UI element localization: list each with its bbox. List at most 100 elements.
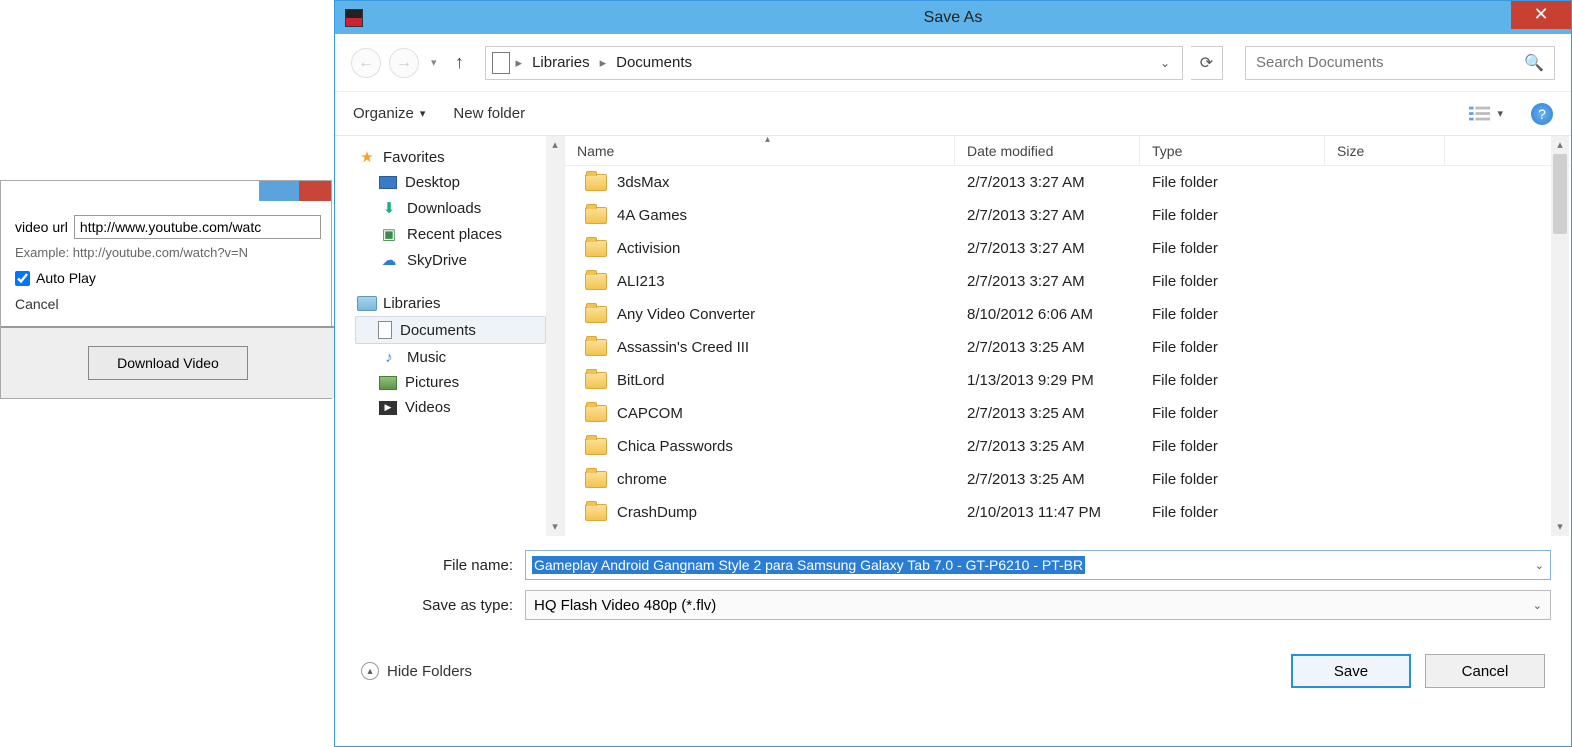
filename-value: Gameplay Android Gangnam Style 2 para Sa… (532, 556, 1085, 574)
search-input[interactable] (1256, 54, 1524, 71)
saveastype-dropdown-icon[interactable]: ⌄ (1533, 599, 1542, 612)
filename-label: File name: (355, 557, 525, 574)
file-row[interactable]: Activision2/7/2013 3:27 AMFile folder (565, 232, 1571, 265)
nav-skydrive[interactable]: ☁SkyDrive (335, 247, 564, 273)
download-video-button[interactable]: Download Video (88, 346, 248, 380)
file-name: ALI213 (617, 273, 665, 290)
view-mode-button[interactable]: ▾ (1469, 105, 1503, 123)
file-scrollbar[interactable]: ▴ ▾ (1551, 136, 1569, 536)
nav-music[interactable]: ♪Music (335, 344, 564, 370)
file-row[interactable]: BitLord1/13/2013 9:29 PMFile folder (565, 364, 1571, 397)
up-button[interactable]: ↑ (449, 50, 471, 76)
autoplay-checkbox[interactable] (15, 271, 30, 286)
folder-icon (585, 471, 607, 488)
file-name: CAPCOM (617, 405, 683, 422)
file-date: 2/7/2013 3:27 AM (955, 174, 1140, 191)
filename-dropdown-icon[interactable]: ⌄ (1535, 559, 1544, 572)
file-type: File folder (1140, 504, 1325, 521)
nav-documents[interactable]: Documents (355, 316, 546, 344)
close-button[interactable]: ✕ (1511, 1, 1571, 29)
scroll-down-icon[interactable]: ▾ (546, 518, 564, 536)
organize-label: Organize (353, 105, 414, 122)
saveastype-select[interactable]: HQ Flash Video 480p (*.flv) ⌄ (525, 590, 1551, 620)
col-name[interactable]: Name (565, 136, 955, 165)
nav-recent[interactable]: ▣Recent places (335, 221, 564, 247)
back-button[interactable]: ← (351, 48, 381, 78)
refresh-button[interactable]: ⟳ (1191, 46, 1223, 80)
filename-input[interactable]: Gameplay Android Gangnam Style 2 para Sa… (525, 550, 1551, 580)
file-row[interactable]: 4A Games2/7/2013 3:27 AMFile folder (565, 199, 1571, 232)
scroll-up-icon[interactable]: ▴ (546, 136, 564, 154)
file-row[interactable]: Any Video Converter8/10/2012 6:06 AMFile… (565, 298, 1571, 331)
file-type: File folder (1140, 306, 1325, 323)
file-type: File folder (1140, 273, 1325, 290)
nav-desktop[interactable]: Desktop (335, 170, 564, 195)
file-type: File folder (1140, 174, 1325, 191)
titlebar: Save As ✕ (335, 1, 1571, 34)
libraries-header[interactable]: Libraries (335, 291, 564, 316)
scroll-thumb[interactable] (1553, 154, 1567, 234)
file-row[interactable]: chrome2/7/2013 3:25 AMFile folder (565, 463, 1571, 496)
dialog-title: Save As (335, 9, 1571, 27)
col-size[interactable]: Size (1325, 136, 1445, 165)
file-name: Assassin's Creed III (617, 339, 749, 356)
scroll-down-icon[interactable]: ▾ (1551, 518, 1569, 536)
autoplay-label: Auto Play (36, 270, 96, 286)
col-date[interactable]: Date modified (955, 136, 1140, 165)
folder-icon (585, 306, 607, 323)
organize-menu[interactable]: Organize ▾ (353, 105, 425, 122)
video-url-input[interactable] (74, 215, 321, 239)
hide-folders-toggle[interactable]: ▴ Hide Folders (361, 662, 472, 680)
file-type: File folder (1140, 372, 1325, 389)
chevron-right-icon[interactable]: ▸ (514, 55, 525, 71)
star-icon: ★ (357, 148, 377, 166)
details-view-icon (1469, 105, 1491, 123)
breadcrumb-documents[interactable]: Documents (612, 52, 696, 73)
file-date: 1/13/2013 9:29 PM (955, 372, 1140, 389)
nav-scrollbar[interactable]: ▴ ▾ (546, 136, 564, 536)
navigation-pane: ★Favorites Desktop ⬇Downloads ▣Recent pl… (335, 136, 565, 536)
folder-icon (585, 504, 607, 521)
save-button[interactable]: Save (1291, 654, 1411, 688)
folder-icon (585, 207, 607, 224)
saveastype-value: HQ Flash Video 480p (*.flv) (534, 597, 716, 614)
new-folder-button[interactable]: New folder (453, 105, 525, 122)
cancel-button[interactable]: Cancel (1425, 654, 1545, 688)
file-row[interactable]: ALI213 2/7/2013 3:27 AMFile folder (565, 265, 1571, 298)
desktop-icon (379, 176, 397, 189)
history-dropdown-icon[interactable]: ▾ (431, 56, 437, 69)
video-url-label: video url (15, 219, 68, 235)
bg-close-button[interactable] (299, 181, 331, 201)
document-icon (378, 321, 392, 339)
col-type[interactable]: Type (1140, 136, 1325, 165)
address-dropdown-icon[interactable]: ⌄ (1154, 56, 1176, 70)
bg-min-button[interactable] (259, 181, 299, 201)
forward-button[interactable]: → (389, 48, 419, 78)
favorites-header[interactable]: ★Favorites (335, 144, 564, 170)
file-row[interactable]: 3dsMax 2/7/2013 3:27 AMFile folder (565, 166, 1571, 199)
folder-icon (585, 438, 607, 455)
file-row[interactable]: Chica Passwords2/7/2013 3:25 AMFile fold… (565, 430, 1571, 463)
file-row[interactable]: Assassin's Creed III2/7/2013 3:25 AMFile… (565, 331, 1571, 364)
file-name: 3dsMax (617, 174, 670, 191)
nav-videos[interactable]: ▶Videos (335, 395, 564, 420)
dialog-footer: ▴ Hide Folders Save Cancel (335, 636, 1571, 706)
save-as-dialog: Save As ✕ ← → ▾ ↑ ▸ Libraries ▸ Document… (334, 0, 1572, 747)
bg-cancel-link[interactable]: Cancel (15, 296, 321, 312)
file-row[interactable]: CAPCOM 2/7/2013 3:25 AMFile folder (565, 397, 1571, 430)
nav-downloads[interactable]: ⬇Downloads (335, 195, 564, 221)
file-date: 2/7/2013 3:25 AM (955, 405, 1140, 422)
file-row[interactable]: CrashDump2/10/2013 11:47 PMFile folder (565, 496, 1571, 529)
help-button[interactable]: ? (1531, 103, 1553, 125)
scroll-up-icon[interactable]: ▴ (1551, 136, 1569, 154)
nav-pictures[interactable]: Pictures (335, 370, 564, 395)
file-type: File folder (1140, 405, 1325, 422)
file-date: 2/7/2013 3:27 AM (955, 273, 1140, 290)
breadcrumb-libraries[interactable]: Libraries (528, 52, 594, 73)
chevron-right-icon[interactable]: ▸ (598, 55, 609, 71)
address-bar[interactable]: ▸ Libraries ▸ Documents ⌄ (485, 46, 1183, 80)
file-name: Chica Passwords (617, 438, 733, 455)
search-box[interactable]: 🔍 (1245, 46, 1555, 80)
background-app-window: video url Example: http://youtube.com/wa… (0, 180, 332, 399)
file-name: 4A Games (617, 207, 687, 224)
